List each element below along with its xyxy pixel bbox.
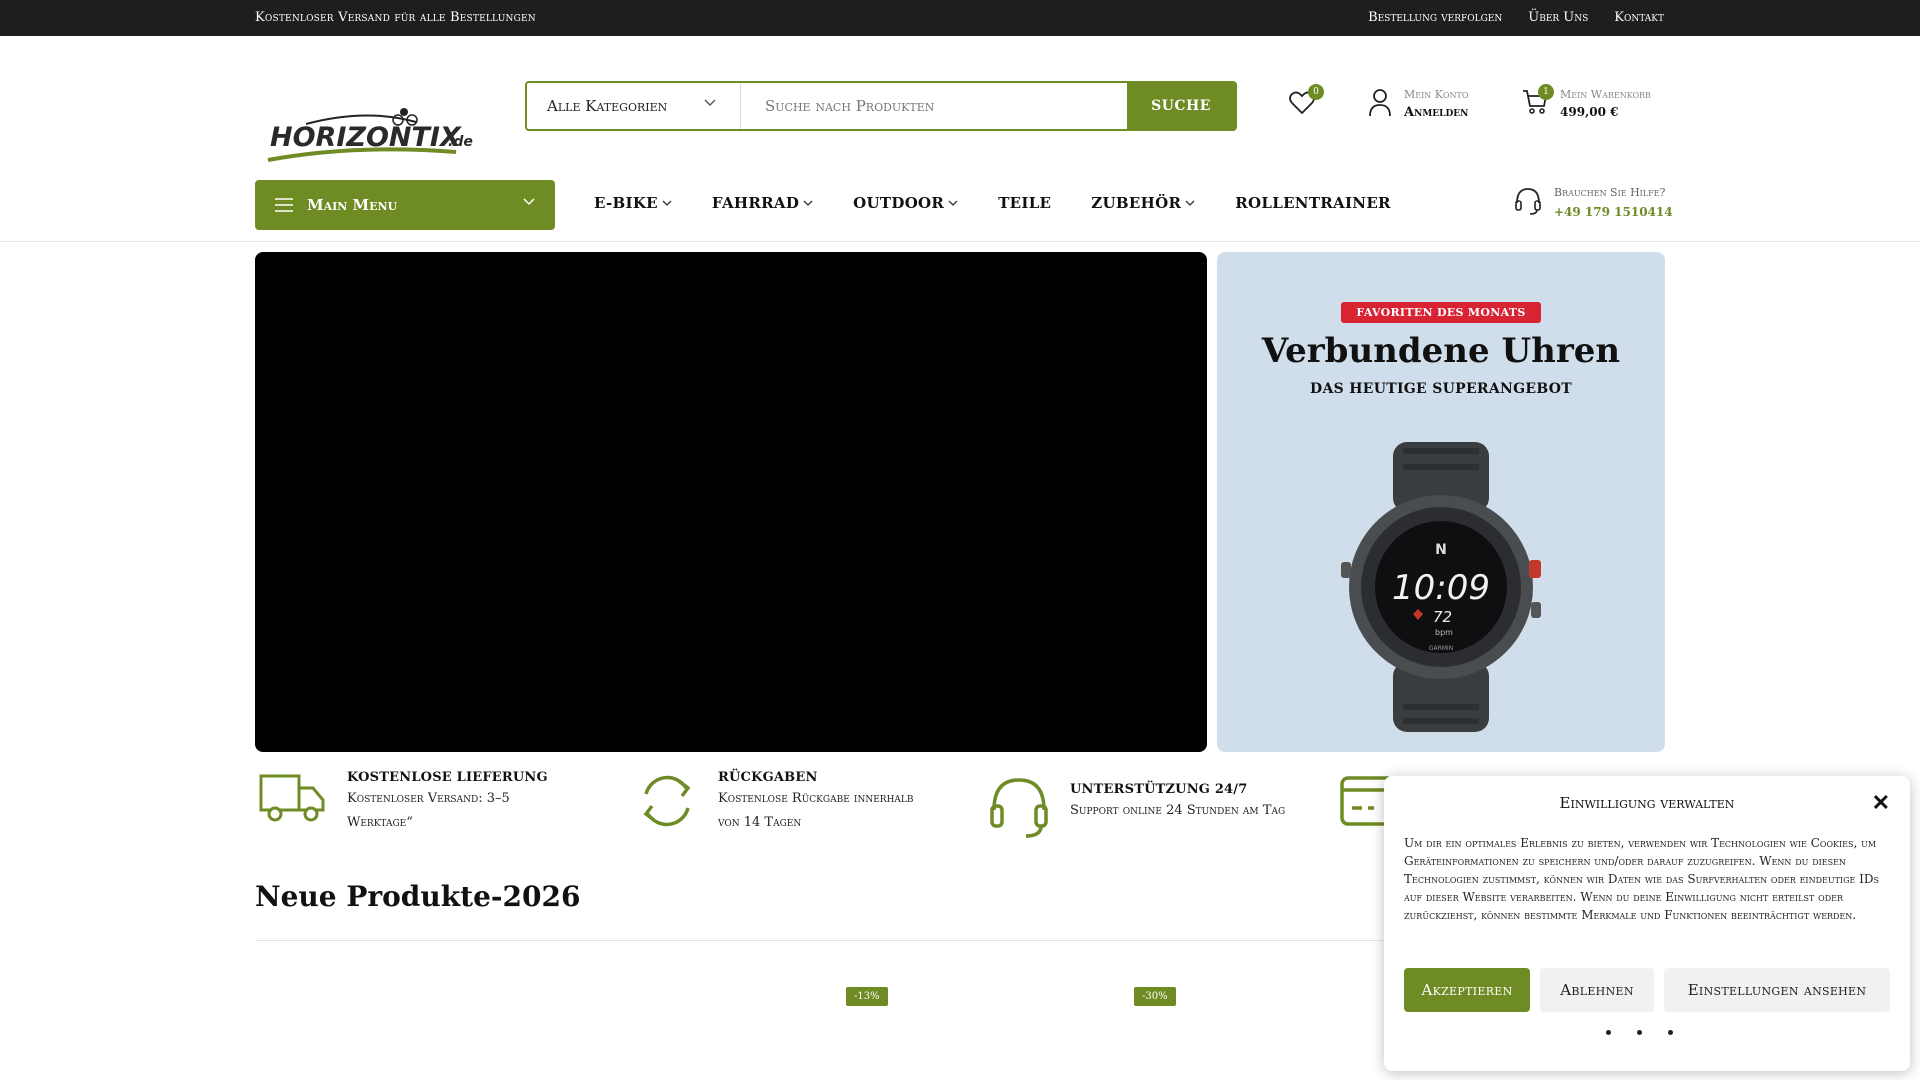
loading-dots	[1606, 1030, 1673, 1035]
nav-label: TEILE	[998, 194, 1052, 212]
headset-icon	[990, 778, 1048, 838]
nav-item-fahrrad[interactable]: FAHRRAD	[712, 194, 813, 212]
track-order-link[interactable]: Bestellung verfolgen	[1368, 10, 1502, 25]
nav-label: ROLLENTRAINER	[1235, 194, 1391, 212]
feature-title: UNTERSTÜTZUNG 24/7	[1070, 782, 1248, 797]
watch-bpm-unit: bpm	[1435, 628, 1453, 637]
about-link[interactable]: Über Uns	[1528, 10, 1588, 25]
cookie-title: Einwilligung verwalten	[1559, 794, 1735, 812]
feature-desc: Kostenlose Rückgabe innerhalb	[718, 791, 914, 806]
hamburger-icon	[275, 198, 293, 212]
feature-title: KOSTENLOSE LIEFERUNG	[347, 770, 548, 785]
nav-label: ZUBEHÖR	[1091, 194, 1182, 212]
cart-link[interactable]: 1 Mein Warenkorb 499,00 €	[1522, 84, 1651, 120]
nav-item-rollentrainer[interactable]: ROLLENTRAINER	[1235, 194, 1391, 212]
chevron-down-icon	[948, 200, 958, 206]
smartwatch-image: N 10:09 72 bpm GARMIN	[1341, 442, 1541, 732]
promo-tag: FAVORITEN DES MONATS	[1341, 302, 1541, 323]
wishlist-count-badge: 0	[1308, 84, 1324, 100]
nav-item-teile[interactable]: TEILE	[998, 194, 1051, 212]
top-bar: Kostenloser Versand für alle Bestellunge…	[0, 0, 1920, 36]
cart-total: 499,00 €	[1560, 105, 1619, 119]
nav-item-outdoor[interactable]: OUTDOOR	[853, 194, 958, 212]
refresh-icon	[643, 775, 691, 827]
feature-free-delivery: KOSTENLOSE LIEFERUNG Kostenloser Versand…	[259, 770, 548, 835]
help-contact[interactable]: Brauchen Sie Hilfe? +49 179 1510414	[1514, 186, 1673, 219]
feature-returns: RÜCKGABEN Kostenlose Rückgabe innerhalb …	[636, 770, 914, 835]
deny-button[interactable]: Ablehnen	[1540, 968, 1654, 1012]
view-settings-button[interactable]: Einstellungen ansehen	[1664, 968, 1890, 1012]
watch-brand: GARMIN	[1429, 645, 1453, 652]
cart-count-badge: 1	[1538, 84, 1554, 100]
headset-icon	[1515, 188, 1541, 215]
truck-icon	[259, 774, 325, 822]
user-icon	[1369, 89, 1391, 117]
search-input[interactable]	[741, 83, 1127, 129]
feature-desc: Support online 24 Stunden am Tag	[1070, 803, 1286, 818]
promo-banner[interactable]: FAVORITEN DES MONATS Verbundene Uhren DA…	[1217, 252, 1665, 752]
site-logo[interactable]: HORIZONTIX .de	[266, 100, 476, 166]
nav-label: OUTDOOR	[853, 194, 945, 212]
promo-subtitle: DAS HEUTIGE SUPERANGEBOT	[1310, 381, 1572, 397]
help-label: Brauchen Sie Hilfe?	[1554, 186, 1666, 199]
chevron-down-icon	[704, 99, 716, 106]
chevron-down-icon	[523, 198, 535, 206]
feature-support: UNTERSTÜTZUNG 24/7 Support online 24 Stu…	[988, 774, 1285, 840]
cookie-consent-dialog: Einwilligung verwalten ✕ Um dir ein opti…	[1384, 776, 1910, 1071]
cookie-text: Um dir ein optimales Erlebnis zu bieten,…	[1404, 836, 1879, 922]
discount-badge: -30%	[1134, 987, 1176, 1006]
nav-item-zubehoer[interactable]: ZUBEHÖR	[1091, 194, 1195, 212]
feature-desc: Werktage“	[347, 815, 413, 830]
discount-badge: -13%	[846, 987, 888, 1006]
primary-nav: E-BIKE FAHRRAD OUTDOOR TEILE ZUBEHÖR ROL…	[594, 194, 1391, 212]
close-icon[interactable]: ✕	[1872, 790, 1890, 816]
feature-desc: von 14 Tagen	[718, 815, 802, 830]
account-link[interactable]: Mein Konto Anmelden	[1368, 88, 1468, 120]
search-bar: Alle Kategorien SUCHE	[525, 81, 1237, 131]
account-small-label: Mein Konto	[1404, 88, 1469, 101]
watch-time: 10:09	[1392, 568, 1490, 608]
logo-suffix: .de	[448, 134, 473, 150]
login-label: Anmelden	[1404, 105, 1469, 120]
logo-graphic: HORIZONTIX .de	[267, 108, 473, 162]
section-divider	[255, 940, 1405, 941]
nav-label: E-BIKE	[594, 194, 658, 212]
contact-link[interactable]: Kontakt	[1614, 10, 1664, 25]
chevron-down-icon	[1185, 200, 1195, 206]
top-links: Bestellung verfolgen Über Uns Kontakt	[1368, 10, 1664, 25]
new-products-heading: Neue Produkte-2026	[255, 880, 581, 913]
category-label: Alle Kategorien	[547, 97, 668, 115]
category-select[interactable]: Alle Kategorien	[527, 83, 741, 129]
nav-item-ebike[interactable]: E-BIKE	[594, 194, 672, 212]
hero-video[interactable]	[255, 252, 1207, 752]
accept-button[interactable]: Akzeptieren	[1404, 968, 1530, 1012]
nav-label: FAHRRAD	[711, 194, 800, 212]
promo-title: Verbundene Uhren	[1261, 331, 1621, 371]
wishlist-button[interactable]: 0	[1288, 84, 1324, 120]
chevron-down-icon	[662, 200, 672, 206]
search-button[interactable]: SUCHE	[1127, 83, 1235, 129]
watch-compass: N	[1435, 542, 1447, 558]
cart-small-label: Mein Warenkorb	[1560, 88, 1651, 101]
feature-desc: Kostenloser Versand: 3–5	[347, 791, 510, 806]
main-menu-button[interactable]: Main Menu	[255, 180, 555, 230]
shipping-notice: Kostenloser Versand für alle Bestellunge…	[255, 10, 536, 25]
chevron-down-icon	[803, 200, 813, 206]
feature-title: RÜCKGABEN	[718, 770, 818, 785]
header-divider	[0, 241, 1920, 242]
main-menu-label: Main Menu	[307, 196, 398, 214]
help-phone[interactable]: +49 179 1510414	[1554, 205, 1673, 219]
watch-bpm: 72	[1433, 608, 1452, 626]
